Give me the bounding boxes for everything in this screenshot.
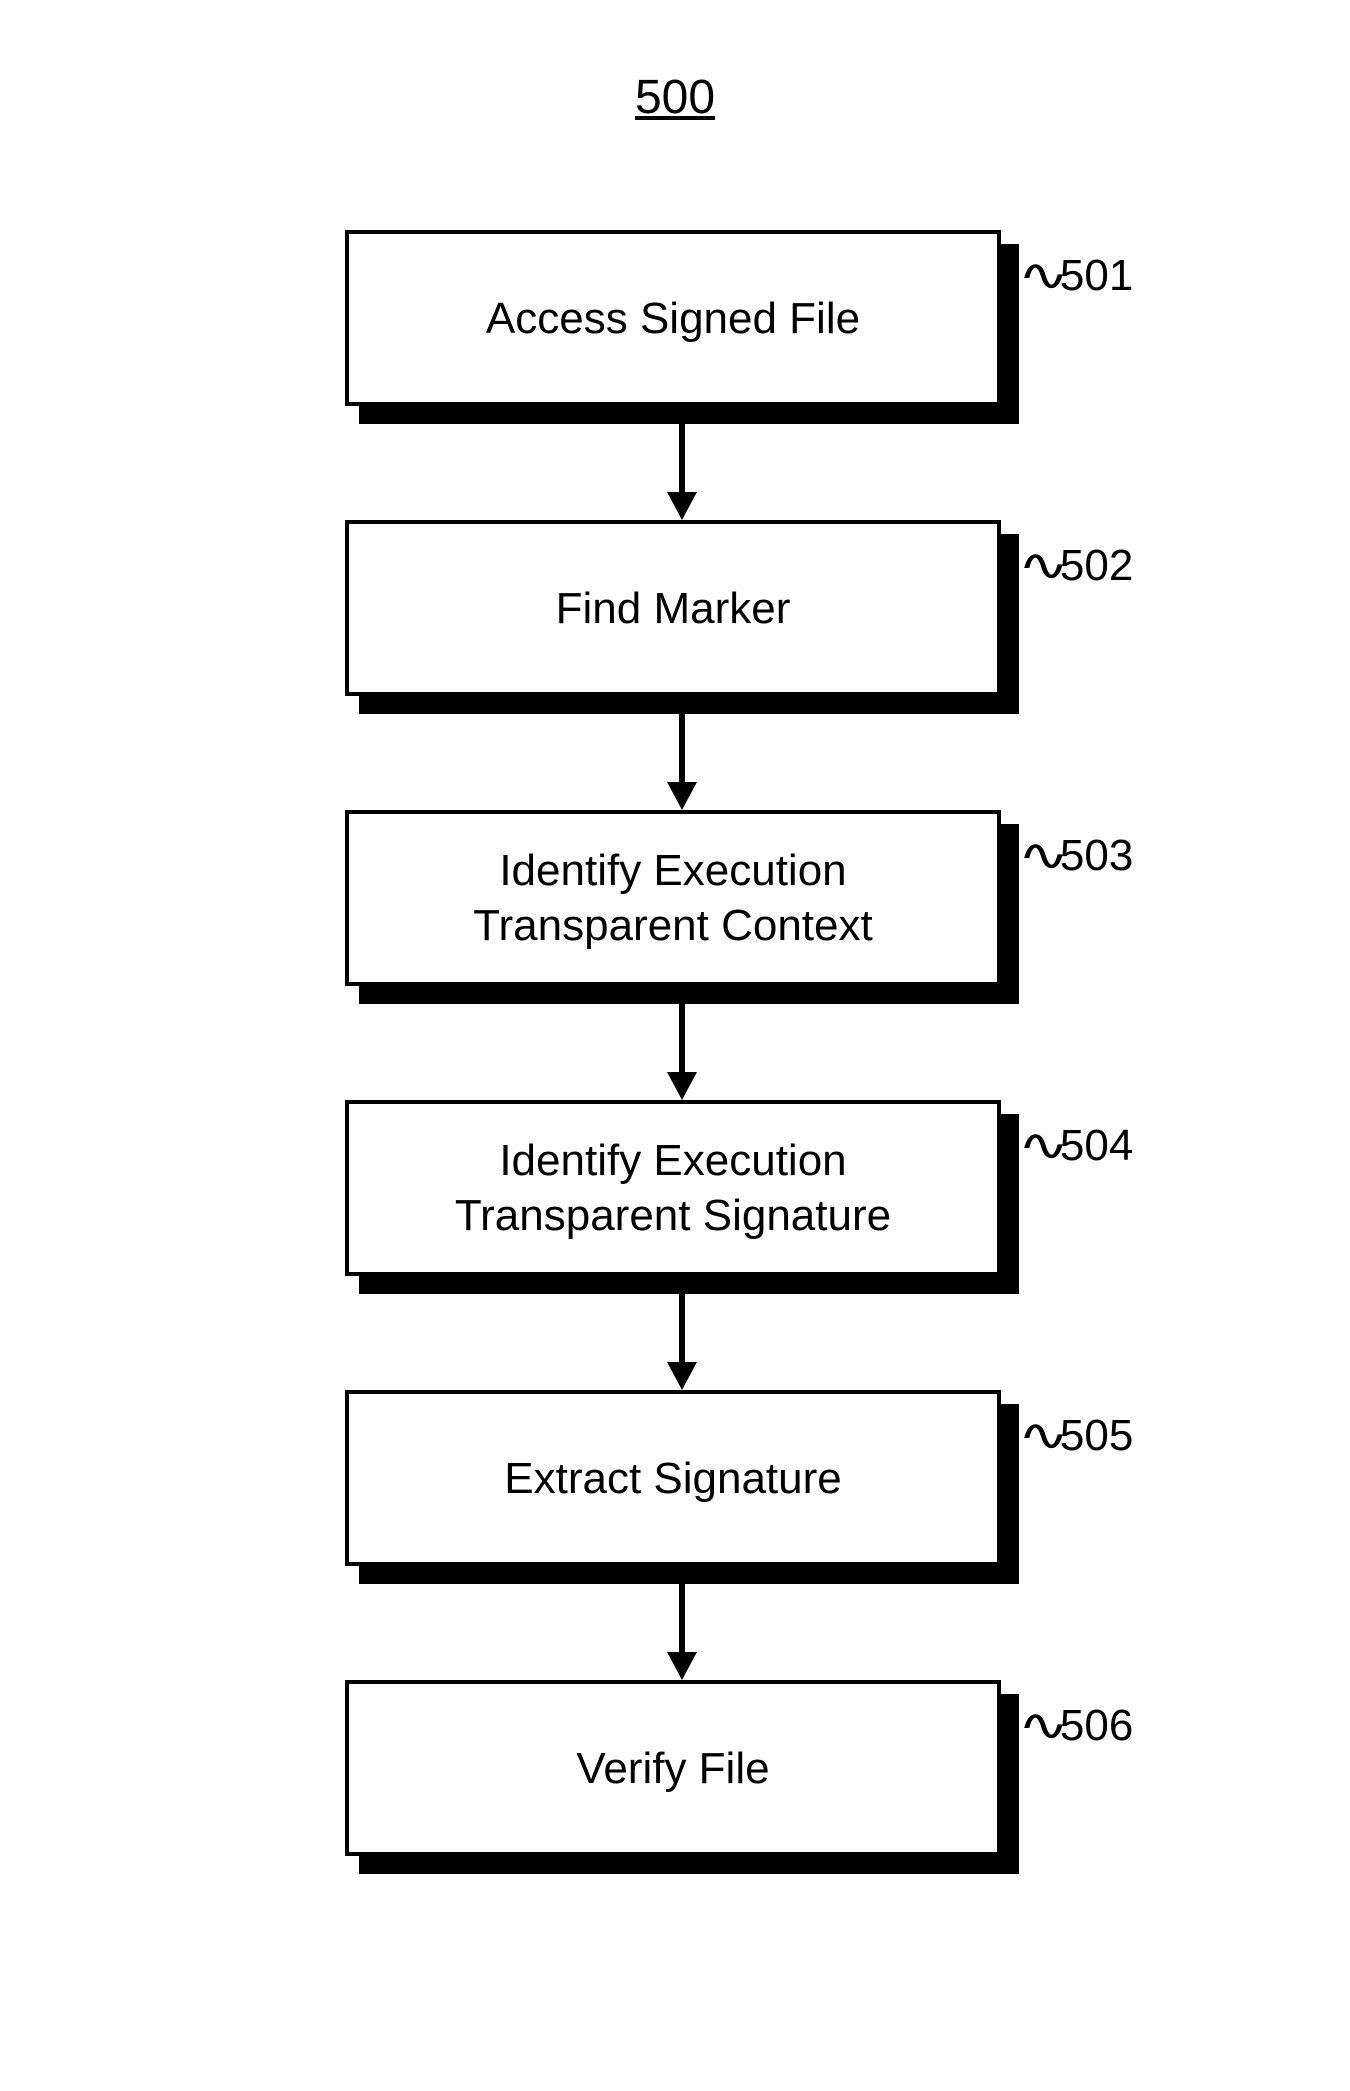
arrow-icon: [662, 990, 702, 1100]
flow-arrow: [352, 700, 1012, 810]
flow-arrow: [352, 1280, 1012, 1390]
step-box: Identify ExecutionTransparent Signature: [345, 1100, 1001, 1276]
figure-number: 500: [0, 70, 1350, 125]
step-label: ∿502: [1025, 540, 1133, 591]
step-id: 501: [1060, 251, 1133, 300]
step-id: 502: [1060, 541, 1133, 590]
step-label: ∿506: [1025, 1700, 1133, 1751]
step-id: 503: [1060, 831, 1133, 880]
step-text: Access Signed File: [486, 291, 860, 346]
label-tilde: ∿: [1018, 250, 1070, 301]
step-text: Verify File: [576, 1741, 769, 1796]
flow-arrow: [352, 1570, 1012, 1680]
flow-arrow: [352, 990, 1012, 1100]
step-label: ∿505: [1025, 1410, 1133, 1461]
arrow-icon: [662, 1570, 702, 1680]
step-text: Identify ExecutionTransparent Context: [473, 843, 872, 953]
flow-step: Extract Signature ∿505: [345, 1390, 1005, 1570]
arrow-icon: [662, 410, 702, 520]
step-box: Extract Signature: [345, 1390, 1001, 1566]
step-text: Find Marker: [556, 581, 791, 636]
step-id: 505: [1060, 1411, 1133, 1460]
step-box: Find Marker: [345, 520, 1001, 696]
label-tilde: ∿: [1018, 1700, 1070, 1751]
flow-step: Identify ExecutionTransparent Signature …: [345, 1100, 1005, 1280]
step-text: Extract Signature: [504, 1451, 842, 1506]
arrow-icon: [662, 700, 702, 810]
flow-step: Find Marker ∿502: [345, 520, 1005, 700]
step-id: 506: [1060, 1701, 1133, 1750]
label-tilde: ∿: [1018, 1410, 1070, 1461]
step-box: Access Signed File: [345, 230, 1001, 406]
flowchart: Access Signed File ∿501 Find Marker ∿502: [270, 230, 1080, 1860]
step-box: Verify File: [345, 1680, 1001, 1856]
label-tilde: ∿: [1018, 830, 1070, 881]
step-box: Identify ExecutionTransparent Context: [345, 810, 1001, 986]
step-id: 504: [1060, 1121, 1133, 1170]
diagram-canvas: 500 Access Signed File ∿501 Find Marker: [0, 0, 1350, 2091]
step-label: ∿503: [1025, 830, 1133, 881]
label-tilde: ∿: [1018, 540, 1070, 591]
flow-step: Identify ExecutionTransparent Context ∿5…: [345, 810, 1005, 990]
step-label: ∿504: [1025, 1120, 1133, 1171]
flow-step: Access Signed File ∿501: [345, 230, 1005, 410]
flow-arrow: [352, 410, 1012, 520]
step-label: ∿501: [1025, 250, 1133, 301]
label-tilde: ∿: [1018, 1120, 1070, 1171]
arrow-icon: [662, 1280, 702, 1390]
flow-step: Verify File ∿506: [345, 1680, 1005, 1860]
step-text: Identify ExecutionTransparent Signature: [455, 1133, 891, 1243]
